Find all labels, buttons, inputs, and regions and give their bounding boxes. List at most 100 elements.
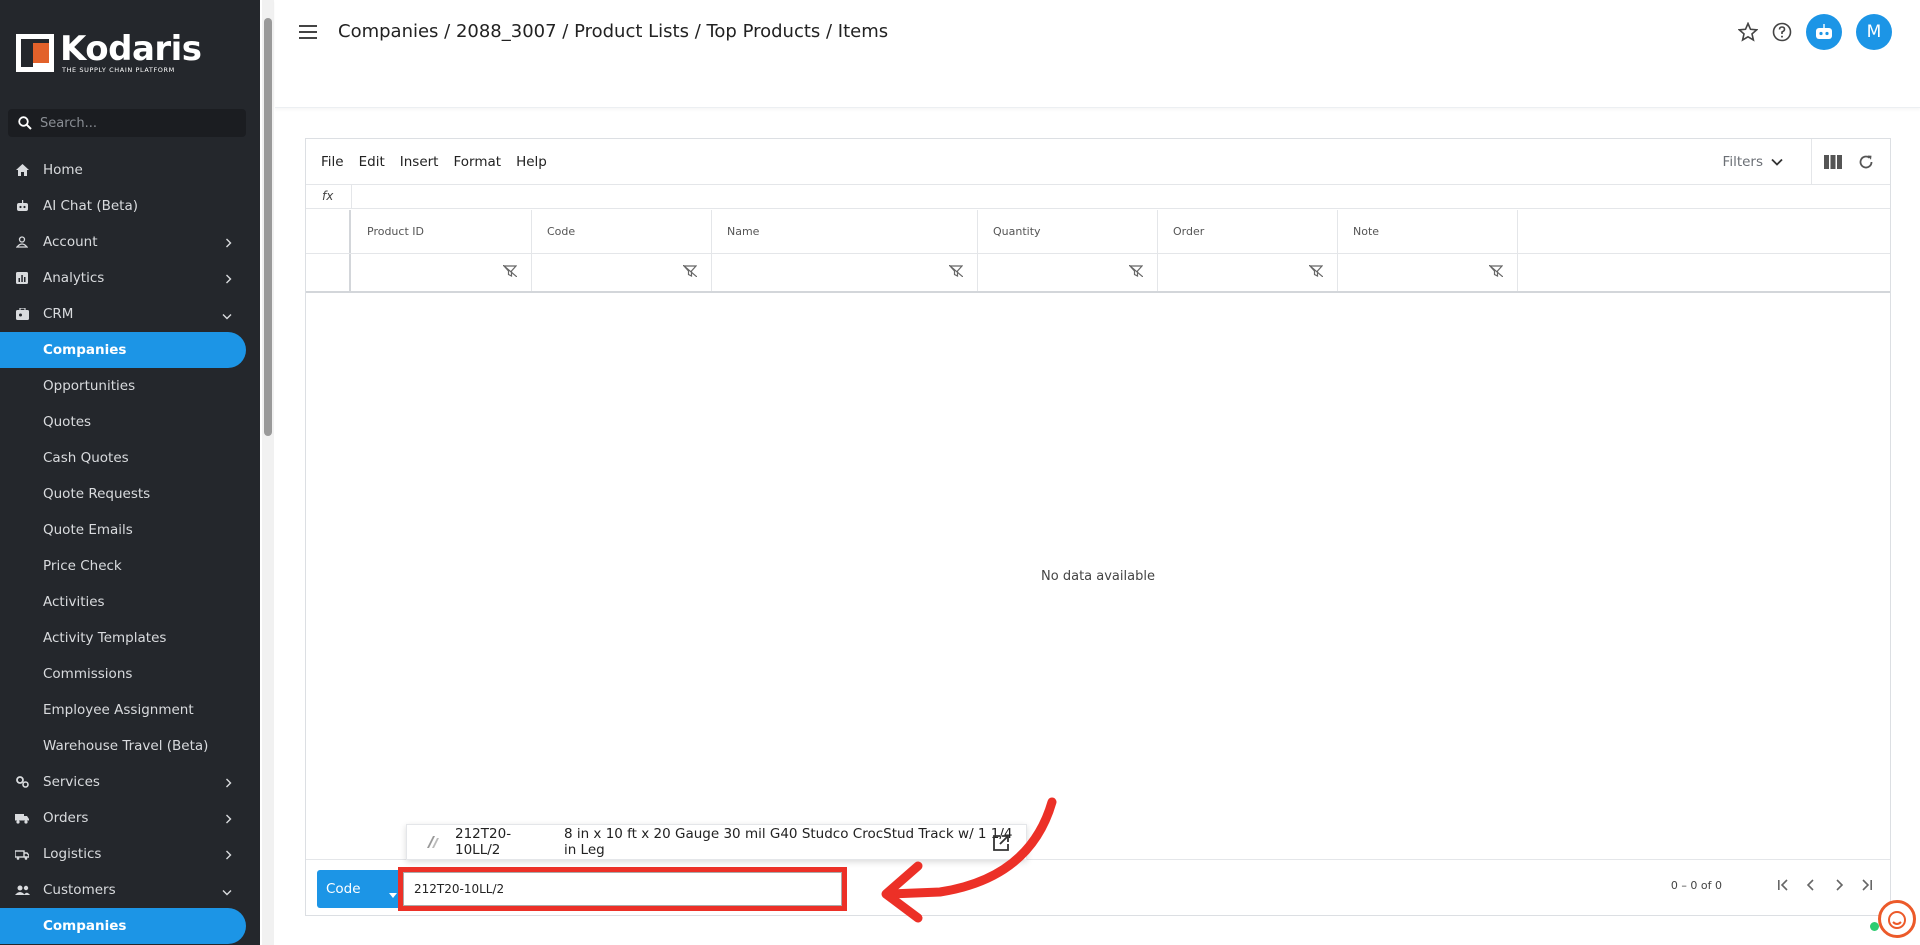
- sidebar-item-label: Employee Assignment: [43, 702, 194, 718]
- sidebar-item-account[interactable]: Account: [0, 224, 246, 260]
- column-filter[interactable]: [978, 254, 1158, 291]
- grid-panel: File Edit Insert Format Help Filters fx …: [305, 138, 1891, 916]
- sidebar-search-input[interactable]: [40, 115, 230, 131]
- first-page-icon[interactable]: [1776, 878, 1790, 892]
- menu-file[interactable]: File: [321, 154, 344, 170]
- menu-format[interactable]: Format: [453, 154, 501, 170]
- menu-insert[interactable]: Insert: [400, 154, 439, 170]
- filters-dropdown[interactable]: Filters: [1723, 154, 1783, 170]
- sidebar: Kodaris THE SUPPLY CHAIN PLATFORM Home A…: [0, 0, 260, 945]
- filter-off-icon[interactable]: [1128, 264, 1144, 280]
- code-mode-button[interactable]: Code: [317, 870, 403, 908]
- column-filter[interactable]: [1338, 254, 1518, 291]
- kodaris-logo-icon: [16, 34, 54, 72]
- refresh-icon[interactable]: [1858, 154, 1874, 170]
- menu-edit[interactable]: Edit: [359, 154, 385, 170]
- sidebar-item-activity-templates[interactable]: Activity Templates: [0, 620, 246, 656]
- sidebar-item-cash-quotes[interactable]: Cash Quotes: [0, 440, 246, 476]
- next-page-icon[interactable]: [1832, 878, 1846, 892]
- filter-off-icon[interactable]: [948, 264, 964, 280]
- sidebar-item-services[interactable]: Services: [0, 764, 246, 800]
- sidebar-item-crm[interactable]: CRM: [0, 296, 246, 332]
- sidebar-item-label: Companies: [43, 918, 127, 934]
- sidebar-item-employee-assignment[interactable]: Employee Assignment: [0, 692, 246, 728]
- grid-menubar: File Edit Insert Format Help Filters: [306, 139, 1890, 185]
- sidebar-item-customers-companies[interactable]: Companies: [0, 908, 246, 944]
- column-header-quantity[interactable]: Quantity: [978, 210, 1158, 253]
- sidebar-item-label: Account: [43, 234, 98, 250]
- column-filter[interactable]: [1158, 254, 1338, 291]
- column-header-name[interactable]: Name: [712, 210, 978, 253]
- sidebar-scrollbar-thumb[interactable]: [264, 18, 272, 436]
- columns-icon[interactable]: [1824, 155, 1842, 169]
- filter-off-icon[interactable]: [1488, 264, 1504, 280]
- logistics-icon: [14, 848, 30, 860]
- sidebar-item-crm-companies[interactable]: Companies: [0, 332, 246, 368]
- filters-label: Filters: [1722, 154, 1763, 170]
- bot-icon: [14, 200, 30, 212]
- sidebar-item-quote-requests[interactable]: Quote Requests: [0, 476, 246, 512]
- prev-page-icon[interactable]: [1804, 878, 1818, 892]
- formula-bar[interactable]: fx: [306, 185, 1890, 209]
- column-filter[interactable]: [352, 254, 532, 291]
- sidebar-item-label: CRM: [43, 306, 74, 322]
- sidebar-item-label: Commissions: [43, 666, 133, 682]
- empty-state-message: No data available: [1041, 569, 1155, 584]
- code-input[interactable]: [403, 872, 842, 906]
- star-icon[interactable]: [1738, 22, 1758, 42]
- grid-footer: Code 0 – 0 of 0: [306, 859, 1890, 915]
- sidebar-item-label: Home: [43, 162, 83, 178]
- filter-off-icon[interactable]: [682, 264, 698, 280]
- person-icon: [14, 236, 30, 248]
- sidebar-item-orders[interactable]: Orders: [0, 800, 246, 836]
- column-header-product-id[interactable]: Product ID: [352, 210, 532, 253]
- row-header-corner[interactable]: [306, 210, 351, 253]
- sidebar-item-customers[interactable]: Customers: [0, 872, 246, 908]
- chevron-right-icon: [225, 812, 232, 828]
- column-filter[interactable]: [712, 254, 978, 291]
- chevron-down-icon: [222, 884, 232, 900]
- sidebar-item-quote-emails[interactable]: Quote Emails: [0, 512, 246, 548]
- sidebar-item-label: Companies: [43, 342, 127, 358]
- ai-bot-icon[interactable]: [1806, 14, 1842, 50]
- sidebar-item-commissions[interactable]: Commissions: [0, 656, 246, 692]
- brand-name: Kodaris: [60, 29, 202, 69]
- sidebar-item-opportunities[interactable]: Opportunities: [0, 368, 246, 404]
- sidebar-item-analytics[interactable]: Analytics: [0, 260, 246, 296]
- column-filter[interactable]: [532, 254, 712, 291]
- column-header-order[interactable]: Order: [1158, 210, 1338, 253]
- sidebar-search: [8, 109, 246, 137]
- suggestion-code: 212T20-10LL/2: [455, 826, 512, 858]
- sidebar-item-ai-chat[interactable]: AI Chat (Beta): [0, 188, 246, 224]
- last-page-icon[interactable]: [1860, 878, 1874, 892]
- sidebar-item-logistics[interactable]: Logistics: [0, 836, 246, 872]
- sidebar-item-quotes[interactable]: Quotes: [0, 404, 246, 440]
- column-filter-row: [306, 254, 1890, 293]
- caret-down-icon[interactable]: [389, 886, 397, 902]
- sidebar-item-label: Services: [43, 774, 100, 790]
- chevron-right-icon: [225, 848, 232, 864]
- sidebar-item-label: Orders: [43, 810, 89, 826]
- sidebar-scrollbar[interactable]: [262, 0, 274, 945]
- sidebar-nav: Home AI Chat (Beta) Account Analytics CR…: [0, 152, 260, 944]
- sidebar-item-label: AI Chat (Beta): [43, 198, 139, 214]
- sidebar-item-label: Price Check: [43, 558, 122, 574]
- chevron-down-icon: [1771, 158, 1783, 166]
- column-header-code[interactable]: Code: [532, 210, 712, 253]
- sidebar-item-label: Analytics: [43, 270, 105, 286]
- sidebar-item-price-check[interactable]: Price Check: [0, 548, 246, 584]
- sidebar-item-home[interactable]: Home: [0, 152, 246, 188]
- user-avatar[interactable]: M: [1856, 14, 1892, 50]
- filter-off-icon[interactable]: [502, 264, 518, 280]
- sidebar-item-activities[interactable]: Activities: [0, 584, 246, 620]
- menu-icon[interactable]: [299, 24, 317, 43]
- filter-off-icon[interactable]: [1308, 264, 1324, 280]
- column-header-note[interactable]: Note: [1338, 210, 1518, 253]
- help-icon[interactable]: [1772, 22, 1792, 42]
- chat-widget-button[interactable]: [1878, 900, 1916, 938]
- sidebar-item-label: Warehouse Travel (Beta): [43, 738, 209, 754]
- product-image-icon: [425, 836, 441, 848]
- kodaris-logo[interactable]: Kodaris THE SUPPLY CHAIN PLATFORM: [16, 32, 202, 74]
- sidebar-item-warehouse-travel[interactable]: Warehouse Travel (Beta): [0, 728, 246, 764]
- menu-help[interactable]: Help: [516, 154, 547, 170]
